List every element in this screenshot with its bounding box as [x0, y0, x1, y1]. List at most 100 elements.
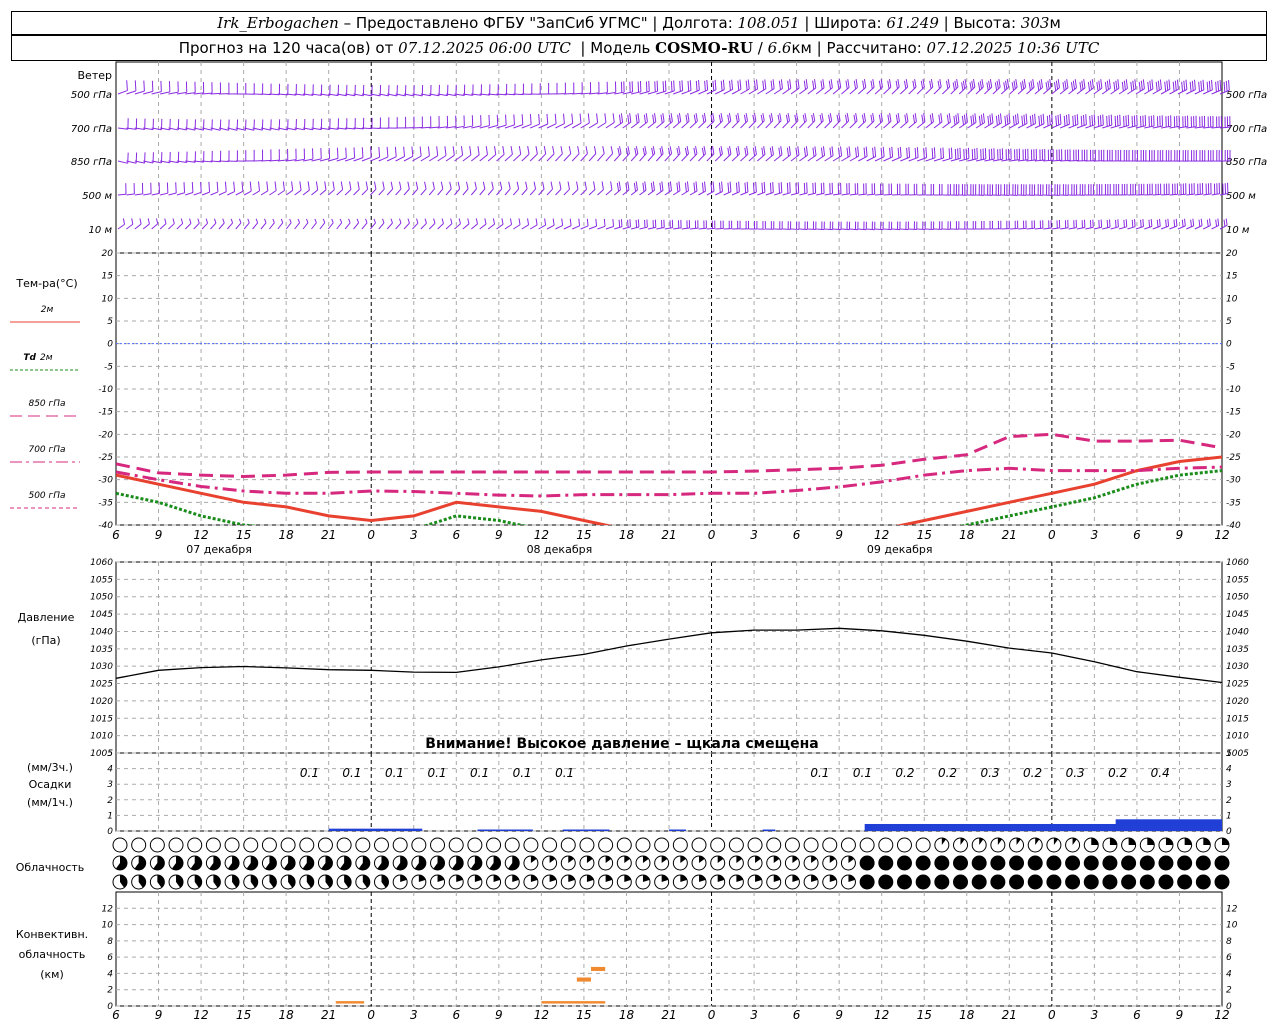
wind-barb-flag	[1142, 79, 1145, 89]
wind-barb-flag	[914, 79, 917, 88]
conv-xtick: 9	[495, 1008, 503, 1022]
wind-barb-shaft	[378, 222, 385, 230]
wind-barb-flag	[743, 114, 747, 123]
conv-title-2: облачность	[19, 948, 86, 961]
wind-barb-flag	[1184, 218, 1186, 226]
wind-barb-shaft	[858, 193, 867, 196]
temp-xtick: 0	[367, 528, 375, 542]
wind-barb-flag	[1013, 80, 1016, 89]
wind-barb-flag	[706, 79, 709, 91]
wind-barb-flag	[786, 182, 789, 194]
wind-barb-flag	[1049, 79, 1052, 88]
wind-barb-shaft	[344, 189, 352, 196]
wind-barb-flag	[891, 146, 894, 157]
wind-barb-flag	[855, 113, 858, 122]
wind-barb-flag	[980, 114, 983, 124]
wind-barb-flag	[857, 146, 860, 157]
wind-barb-shaft	[470, 188, 477, 196]
temp-xtick: 0	[1048, 528, 1056, 542]
pressure-panel-ytick-left: 1055	[90, 575, 113, 585]
wind-barb-flag	[612, 219, 615, 227]
conv-panel-ytick-right: 8	[1226, 937, 1232, 947]
cloud-cover-fill	[878, 856, 893, 870]
wind-barb-shaft	[143, 193, 152, 196]
wind-barb-shaft	[631, 226, 640, 230]
wind-barb-flag	[131, 218, 134, 225]
temp-legend-label: 700 гПа	[28, 445, 65, 455]
wind-barb-shaft	[807, 154, 817, 162]
wind-barb-shaft	[647, 153, 656, 162]
wind-barb-shaft	[790, 192, 799, 196]
wind-barb-flag	[1208, 80, 1211, 91]
wind-barb-flag	[956, 79, 959, 88]
wind-barb-flag	[1021, 115, 1024, 126]
wind-barb-shaft	[832, 87, 842, 95]
conv-xtick: 18	[619, 1008, 635, 1022]
conv-panel-ytick-right: 12	[1226, 904, 1238, 914]
wind-barb-flag	[772, 182, 774, 193]
wind-barb-flag	[415, 181, 419, 190]
wind-barb-shaft	[546, 224, 555, 230]
wind-barb-flag	[1175, 218, 1178, 227]
wind-barb-shaft	[269, 222, 275, 230]
wind-barb-flag	[814, 146, 817, 156]
wind-barb-flag	[906, 113, 909, 122]
cloud-cover-symbol	[840, 837, 856, 853]
wind-barb-shaft	[546, 153, 555, 162]
wind-barb-flag	[324, 181, 327, 190]
wind-barb-flag	[744, 147, 747, 156]
day-label: 07 декабря	[186, 543, 252, 556]
wind-barb-shaft	[799, 154, 808, 162]
wind-barb-shaft	[420, 155, 430, 162]
wind-barb-flag	[469, 146, 472, 156]
wind-barb-shaft	[580, 122, 590, 129]
wind-barb-flag	[1157, 80, 1160, 91]
wind-barb-shaft	[588, 122, 598, 129]
day-label: 09 декабря	[867, 543, 933, 556]
wind-barb-shaft	[647, 189, 655, 196]
cloud-cover-fill	[1140, 875, 1155, 889]
wind-barb-flag	[863, 147, 866, 158]
wind-barb-shaft	[706, 190, 715, 196]
pressure-panel-ytick-right: 1060	[1226, 558, 1249, 568]
wind-barb-shaft	[563, 122, 573, 129]
wind-barb-shaft	[563, 188, 570, 196]
wind-barb-shaft	[816, 228, 825, 231]
wind-barb-flag	[493, 146, 497, 155]
conv-panel-ytick-right: 10	[1226, 921, 1238, 931]
temp-panel-ytick-left: -15	[98, 408, 113, 418]
wind-barb-flag	[954, 148, 957, 160]
wind-barb-shaft	[168, 223, 175, 230]
wind-barb-flag	[676, 182, 679, 193]
wind-barb-flag	[848, 146, 851, 157]
wind-barb-flag	[407, 218, 410, 224]
temp-xtick: 12	[1214, 528, 1229, 542]
temp-legend-label: 500 гПа	[28, 491, 65, 501]
cloud-cover-symbol	[803, 837, 819, 853]
cloud-cover-fill	[972, 856, 987, 870]
wind-barb-flag	[947, 79, 951, 88]
wind-barb-shaft	[571, 153, 580, 162]
wind-barb-flag	[836, 114, 839, 123]
wind-barb-shaft	[218, 191, 227, 196]
wind-barb-shaft	[630, 153, 639, 162]
wind-barb-flag	[1080, 115, 1083, 127]
wind-barb-shaft	[723, 88, 733, 95]
wind-barb-flag	[870, 80, 873, 89]
wind-barb-flag	[853, 114, 856, 123]
wind-barb-shaft	[622, 226, 631, 230]
wind-barb-shaft	[916, 86, 925, 95]
wind-barb-flag	[436, 146, 439, 156]
wind-barb-flag	[1138, 81, 1141, 92]
wind-barb-shaft	[168, 91, 179, 95]
wind-barb-flag	[521, 114, 524, 125]
temp-xtick: 0	[708, 528, 716, 542]
wind-barb-shaft	[883, 228, 892, 231]
wind-barb-shaft	[504, 124, 515, 129]
wind-barb-flag	[216, 181, 219, 192]
wind-barb-shaft	[504, 153, 513, 162]
wind-barb-shaft	[832, 155, 842, 162]
wind-barb-flag	[952, 82, 956, 91]
wind-barb-flag	[651, 147, 654, 156]
wind-barb-flag	[353, 147, 356, 158]
